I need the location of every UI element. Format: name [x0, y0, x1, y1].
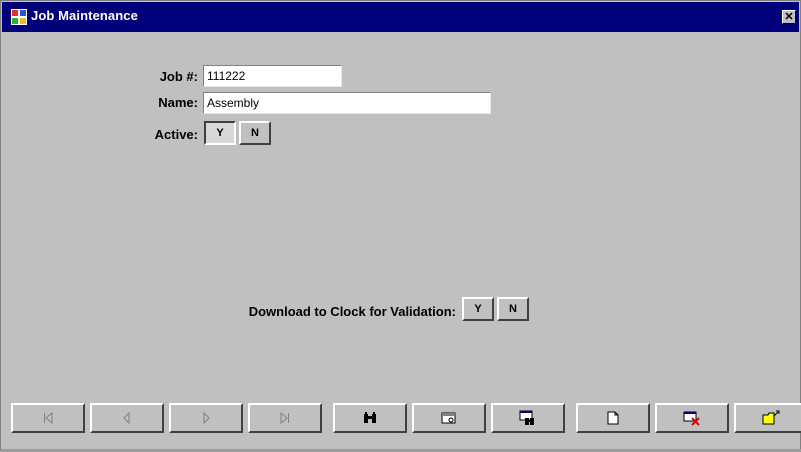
first-icon: [44, 411, 53, 425]
browse-icon: [441, 412, 456, 424]
browse-button[interactable]: [412, 403, 486, 433]
last-record-button[interactable]: [248, 403, 322, 433]
download-no-button[interactable]: N: [497, 297, 529, 321]
delete-button[interactable]: [655, 403, 729, 433]
active-label: Active:: [154, 127, 198, 142]
download-yes-button[interactable]: Y: [462, 297, 494, 321]
active-no-button[interactable]: N: [239, 121, 271, 145]
binoculars-icon: [364, 412, 376, 423]
find-button[interactable]: [333, 403, 407, 433]
download-label: Download to Clock for Validation:: [248, 304, 456, 319]
next-record-button[interactable]: [169, 403, 243, 433]
name-label: Name:: [158, 95, 198, 110]
close-icon: ✕: [784, 11, 794, 23]
first-record-button[interactable]: [11, 403, 85, 433]
app-icon: [11, 9, 27, 25]
active-yes-button[interactable]: Y: [204, 121, 236, 145]
job-number-label: Job #:: [159, 69, 198, 84]
previous-record-button[interactable]: [90, 403, 164, 433]
open-button[interactable]: [734, 403, 801, 433]
last-icon: [280, 411, 289, 425]
new-button[interactable]: [576, 403, 650, 433]
open-folder-icon: [762, 410, 780, 425]
delete-icon: [683, 411, 700, 426]
search-list-icon: [519, 410, 534, 425]
record-toolbar: [11, 403, 801, 433]
new-document-icon: [607, 411, 619, 425]
previous-icon: [123, 411, 130, 425]
title-bar[interactable]: Job Maintenance ✕: [2, 2, 799, 32]
next-icon: [203, 411, 210, 425]
name-input[interactable]: [203, 92, 491, 114]
job-number-input[interactable]: [203, 65, 342, 87]
window-title: Job Maintenance: [31, 8, 138, 23]
close-button[interactable]: ✕: [782, 10, 796, 24]
job-maintenance-window: Job Maintenance ✕ Job #: Name: Active: Y…: [0, 0, 801, 452]
search-list-button[interactable]: [491, 403, 565, 433]
